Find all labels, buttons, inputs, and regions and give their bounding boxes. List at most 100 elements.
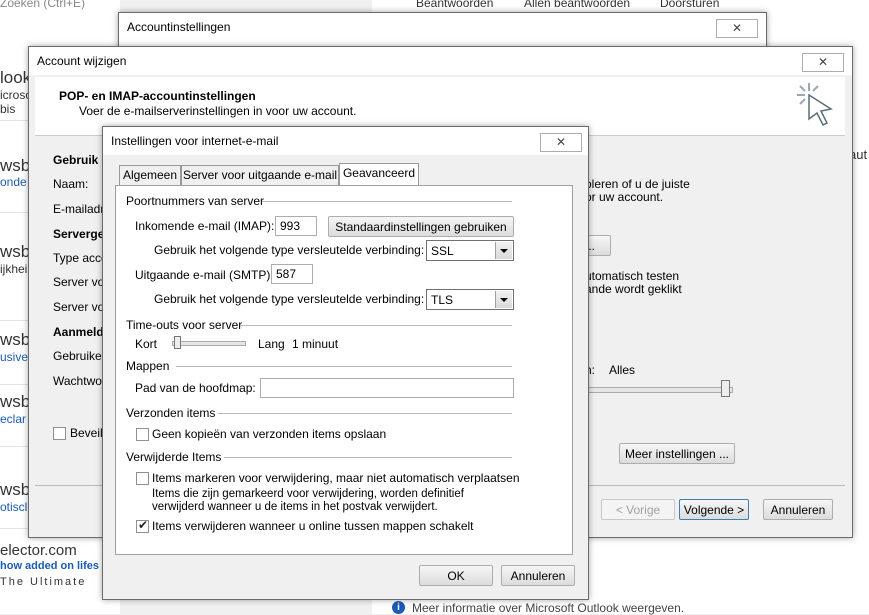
test-info-text-1: oleren of u de juiste	[585, 177, 690, 191]
selector-tagline: The Ultimate	[0, 576, 87, 588]
tab-general[interactable]: Algemeen	[119, 165, 181, 185]
no-sent-copies-checkbox[interactable]	[136, 428, 149, 441]
list-item-from: wsb	[0, 156, 31, 175]
chevron-down-icon[interactable]	[495, 242, 512, 259]
list-item-from: look	[0, 68, 32, 87]
use-defaults-button[interactable]: Standaardinstellingen gebruiken	[328, 216, 514, 237]
tab-outgoing-server[interactable]: Server voor uitgaande e-mail	[181, 165, 339, 185]
incoming-encryption-select[interactable]: SSL	[426, 240, 514, 261]
tab-strip: Algemeen Server voor uitgaande e-mail Ge…	[119, 163, 579, 187]
tab-content: Poortnummers van server Inkomende e-mail…	[115, 185, 573, 555]
ok-button[interactable]: OK	[419, 565, 493, 586]
offline-mail-slider[interactable]	[585, 387, 733, 393]
footer-info[interactable]: Meer informatie over Microsoft Outlook w…	[412, 601, 684, 615]
close-button[interactable]: ✕	[716, 19, 758, 38]
list-item-line1: ijkhei	[0, 262, 28, 276]
title-bar: Instellingen voor internet-e-mail ✕	[103, 127, 588, 155]
purge-on-switch-checkbox[interactable]	[136, 518, 149, 533]
incoming-port-label: Inkomende e-mail (IMAP):	[135, 219, 275, 233]
mark-deleted-note-2: verwijderd wanneer u de items in het pos…	[152, 501, 438, 513]
outgoing-encryption-label: Gebruik het volgende type versleutelde v…	[154, 292, 425, 306]
mark-deleted-label: Items markeren voor verwijdering, maar n…	[152, 471, 520, 485]
outgoing-server-label: Server vo	[53, 300, 105, 314]
selector-title: elector.com	[0, 542, 77, 559]
secure-auth-checkbox[interactable]	[53, 427, 66, 440]
ports-section-title: Poortnummers van server	[126, 194, 265, 208]
account-type-label: Type acco	[53, 251, 108, 265]
sent-items-divider	[218, 413, 512, 414]
more-settings-button[interactable]: Meer instellingen ...	[619, 443, 735, 464]
outgoing-port-input[interactable]: 587	[271, 264, 313, 284]
list-item-line1: onde	[0, 175, 27, 189]
ports-divider	[262, 201, 512, 202]
info-icon: i	[392, 601, 405, 614]
chevron-down-icon[interactable]	[495, 291, 512, 308]
no-sent-copies-label: Geen kopieën van verzonden items opslaan	[152, 427, 387, 441]
password-label: Wachtwo	[53, 374, 102, 388]
timeout-slider[interactable]	[172, 341, 246, 346]
user-section-label: Gebruik	[53, 153, 99, 167]
server-section-label: Serverge	[53, 227, 105, 241]
sent-items-section-title: Verzonden items	[126, 406, 216, 420]
dialog-title: Instellingen voor internet-e-mail	[111, 134, 279, 148]
incoming-port-input[interactable]: 993	[275, 216, 317, 236]
outgoing-encryption-value: TLS	[431, 293, 454, 307]
timeout-short-label: Kort	[135, 337, 158, 351]
purge-on-switch-label: Items verwijderen wanneer u online tusse…	[152, 519, 474, 533]
timeouts-section-title: Time-outs voor server	[126, 318, 243, 332]
folders-section-title: Mappen	[126, 359, 170, 373]
list-item-line1: otiscl	[0, 500, 28, 514]
close-button[interactable]: ✕	[540, 133, 582, 152]
wizard-heading: POP- en IMAP-accountinstellingen	[59, 89, 256, 103]
root-path-input[interactable]	[260, 378, 514, 398]
secure-auth-label: Beveili	[70, 426, 106, 440]
login-section-label: Aanmeldi	[53, 325, 108, 339]
timeout-long-label: Lang	[258, 337, 285, 351]
auto-test-text-1: utomatisch testen	[585, 269, 680, 283]
window-title: Accountinstellingen	[127, 20, 231, 34]
cursor-wizard-icon	[797, 83, 833, 127]
incoming-encryption-label: Gebruik het volgende type versleutelde v…	[154, 243, 425, 257]
selector-subtitle: how added on lifes	[0, 560, 100, 572]
outgoing-port-label: Uitgaande e-mail (SMTP):	[135, 268, 274, 282]
next-button[interactable]: Volgende >	[679, 499, 749, 520]
list-item-from: wsb	[0, 242, 31, 261]
tab-advanced[interactable]: Geavanceerd	[339, 163, 419, 185]
outgoing-encryption-select[interactable]: TLS	[426, 289, 514, 310]
offline-mail-slider-thumb[interactable]	[721, 380, 730, 397]
wizard-subheading: Voer de e-mailserverinstellingen in voor…	[79, 104, 357, 118]
root-path-label: Pad van de hoofdmap:	[135, 381, 256, 395]
timeouts-divider	[240, 325, 512, 326]
test-info-text-2: or uw account.	[585, 190, 664, 204]
close-button[interactable]: ✕	[802, 53, 844, 72]
deleted-items-divider	[224, 457, 512, 458]
mark-deleted-checkbox[interactable]	[136, 472, 149, 485]
cancel-button[interactable]: Annuleren	[763, 499, 833, 520]
cancel-button[interactable]: Annuleren	[501, 565, 575, 586]
back-button[interactable]: < Vorige	[601, 499, 675, 520]
email-label: E-mailadr	[53, 202, 105, 216]
list-item-line2: bis	[0, 102, 16, 116]
folders-divider	[176, 366, 512, 367]
deleted-items-section-title: Verwijderde Items	[126, 450, 222, 464]
username-label: Gebruike	[53, 349, 102, 363]
title-bar: Account wijzigen ✕	[29, 47, 852, 75]
mark-deleted-note-1: Items die zijn gemarkeerd voor verwijder…	[152, 488, 464, 500]
search-prefix: Zoeken (Ctrl+E)	[0, 0, 86, 10]
reply-all-button[interactable]: Allen beantwoorden	[524, 0, 630, 10]
incoming-server-label: Server vo	[53, 275, 105, 289]
list-item-from: wsb	[0, 392, 31, 411]
name-label: Naam:	[53, 177, 89, 191]
internet-email-settings-dialog: Instellingen voor internet-e-mail ✕ Alge…	[102, 126, 589, 600]
offline-mail-value: Alles	[609, 363, 636, 377]
incoming-encryption-value: SSL	[431, 244, 454, 258]
auto-test-text-2: ande wordt geklikt	[585, 282, 682, 296]
list-item-line1: usive	[0, 350, 29, 364]
list-item-line1: eclar	[0, 412, 27, 426]
timeout-value: 1 minuut	[292, 337, 339, 351]
window-title: Account wijzigen	[37, 54, 127, 68]
reply-button[interactable]: Beantwoorden	[416, 0, 493, 10]
timeout-slider-thumb[interactable]	[174, 336, 181, 349]
list-item-from: wsb	[0, 480, 31, 499]
forward-button[interactable]: Doorsturen	[660, 0, 719, 10]
